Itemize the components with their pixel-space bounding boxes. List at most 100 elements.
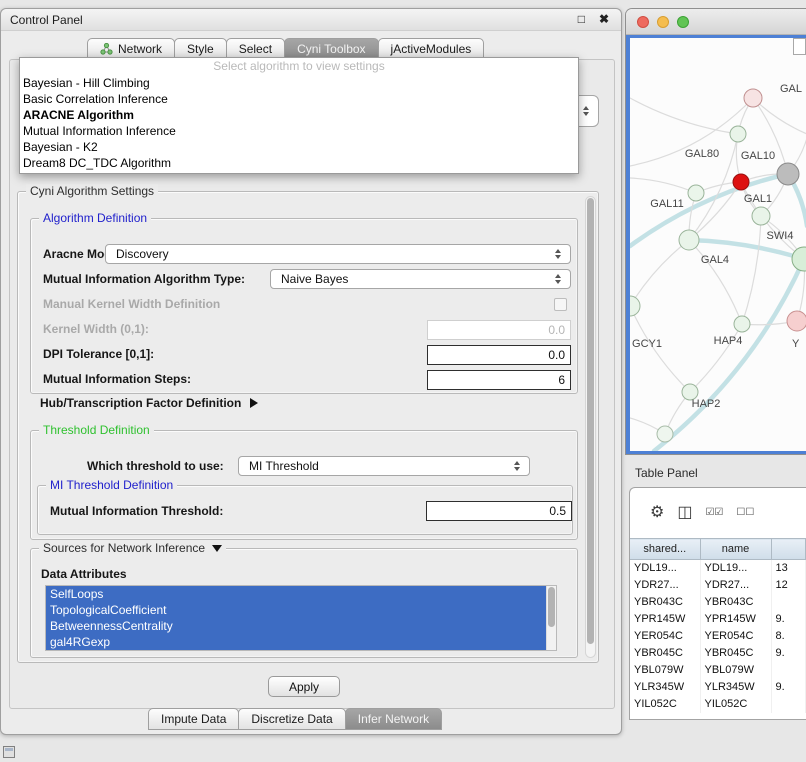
algorithm-option[interactable]: Bayesian - Hill Climbing: [20, 75, 578, 91]
network-edge[interactable]: [630, 178, 696, 193]
table-cell: YPR145W: [630, 611, 700, 628]
table-cell: YLR345W: [630, 679, 700, 696]
table-row[interactable]: YDR27...YDR27...12: [630, 577, 806, 594]
column-header[interactable]: shared...: [630, 539, 700, 560]
network-scrollbar-stub[interactable]: [793, 38, 806, 55]
table-row[interactable]: YLR345WYLR345W9.: [630, 679, 806, 696]
sources-group-title[interactable]: Sources for Network Inference: [39, 541, 226, 555]
list-scrollbar[interactable]: [546, 586, 556, 650]
table-row[interactable]: YDL19...YDL19...13: [630, 560, 806, 577]
table-cell: YDR27...: [630, 577, 700, 594]
kernel-width-field[interactable]: 0.0: [427, 320, 571, 340]
minimize-traffic-light-icon[interactable]: [657, 16, 669, 28]
aracne-mode-value: Discovery: [116, 247, 551, 261]
network-node[interactable]: [777, 163, 799, 185]
settings-group-title: Cyni Algorithm Settings: [26, 184, 158, 198]
algorithm-option[interactable]: Dream8 DC_TDC Algorithm: [20, 155, 578, 171]
network-node[interactable]: [657, 426, 673, 442]
tab-infer-network[interactable]: Infer Network: [345, 708, 442, 730]
table-row[interactable]: YBR043CYBR043C: [630, 594, 806, 611]
mi-steps-field[interactable]: 6: [427, 370, 571, 390]
tab-label: Infer Network: [358, 712, 429, 726]
table-cell: YBL079W: [700, 662, 771, 679]
table-cell: 13: [771, 560, 806, 577]
table-row[interactable]: YER054CYER054C8.: [630, 628, 806, 645]
algorithm-option[interactable]: Mutual Information Inference: [20, 123, 578, 139]
network-icon: [100, 43, 113, 55]
table-row[interactable]: YBR045CYBR045C9.: [630, 645, 806, 662]
combo-arrows-icon: [551, 274, 565, 284]
mi-threshold-label: Mutual Information Threshold:: [50, 504, 223, 518]
algorithm-option[interactable]: Bayesian - K2: [20, 139, 578, 155]
list-item[interactable]: SelfLoops: [46, 586, 546, 602]
apply-button[interactable]: Apply: [268, 676, 340, 697]
column-header[interactable]: [771, 539, 806, 560]
float-panel-button[interactable]: □: [578, 12, 585, 26]
network-node[interactable]: [688, 185, 704, 201]
network-edge[interactable]: [753, 98, 806, 134]
mi-threshold-field[interactable]: 0.5: [426, 501, 572, 521]
dpi-tolerance-field[interactable]: 0.0: [427, 345, 571, 365]
network-edge[interactable]: [742, 216, 761, 324]
list-item[interactable]: TopologicalCoefficient: [46, 602, 546, 618]
gear-icon[interactable]: ⚙: [650, 505, 664, 521]
close-traffic-light-icon[interactable]: [637, 16, 649, 28]
network-node[interactable]: [744, 89, 762, 107]
tab-impute-data[interactable]: Impute Data: [148, 708, 239, 730]
table-row[interactable]: YBL079WYBL079W: [630, 662, 806, 679]
tab-label: Impute Data: [161, 712, 226, 726]
threshold-definition-group: Threshold Definition Which threshold to …: [30, 430, 578, 540]
data-attributes-list[interactable]: SelfLoopsTopologicalCoefficientBetweenne…: [45, 585, 557, 651]
desktop: Control Panel □ ✖ NetworkStyleSelectCyni…: [0, 0, 806, 762]
network-node[interactable]: [787, 311, 806, 331]
select-all-columns-icon[interactable]: ☑☑: [705, 508, 723, 518]
network-view-window: GALGAL80GAL10GAL11GAL1SWI4GAL4GCY1HAP4YH…: [625, 8, 806, 455]
tab-label: Discretize Data: [251, 712, 332, 726]
list-item[interactable]: gal4RGexp: [46, 634, 546, 650]
kernel-width-label: Kernel Width (0,1):: [43, 322, 149, 336]
expand-arrow-icon: [250, 398, 258, 408]
tab-discretize-data[interactable]: Discretize Data: [238, 708, 345, 730]
mi-type-select[interactable]: Naive Bayes: [270, 269, 571, 289]
close-panel-button[interactable]: ✖: [599, 12, 609, 26]
table-cell: YBR045C: [700, 645, 771, 662]
network-edge[interactable]: [630, 240, 689, 306]
algorithm-option[interactable]: Basic Correlation Inference: [20, 91, 578, 107]
column-header[interactable]: name: [700, 539, 771, 560]
network-node[interactable]: [733, 174, 749, 190]
hub-definition-label: Hub/Transcription Factor Definition: [40, 396, 241, 410]
data-attributes-label: Data Attributes: [41, 567, 127, 581]
network-edge[interactable]: [689, 240, 742, 324]
scrollbar-thumb[interactable]: [548, 587, 555, 627]
deselect-all-columns-icon[interactable]: ☐☐: [736, 508, 754, 518]
network-edge[interactable]: [630, 98, 738, 134]
zoom-traffic-light-icon[interactable]: [677, 16, 689, 28]
hub-definition-toggle[interactable]: Hub/Transcription Factor Definition: [40, 396, 258, 410]
dpi-tolerance-label: DPI Tolerance [0,1]:: [43, 347, 154, 361]
network-edge[interactable]: [654, 259, 804, 451]
collapse-arrow-icon: [212, 545, 222, 552]
list-item[interactable]: BetweennessCentrality: [46, 618, 546, 634]
threshold-type-select[interactable]: MI Threshold: [238, 456, 530, 476]
network-node[interactable]: [730, 126, 746, 142]
network-node[interactable]: [679, 230, 699, 250]
node-label: GAL80: [685, 148, 719, 160]
network-node[interactable]: [630, 296, 640, 316]
node-label: HAP2: [692, 398, 721, 410]
scrollbar-thumb[interactable]: [587, 198, 594, 644]
table-cell: YPR145W: [700, 611, 771, 628]
aracne-mode-select[interactable]: Discovery: [105, 244, 571, 264]
table-row[interactable]: YIL052CYIL052C: [630, 696, 806, 713]
algorithm-option[interactable]: ARACNE Algorithm: [20, 107, 578, 123]
table-row[interactable]: YPR145WYPR145W9.: [630, 611, 806, 628]
network-canvas[interactable]: GALGAL80GAL10GAL11GAL1SWI4GAL4GCY1HAP4YH…: [630, 38, 806, 451]
columns-icon[interactable]: ◫: [677, 505, 692, 521]
network-edge[interactable]: [753, 98, 788, 174]
mi-type-label: Mutual Information Algorithm Type:: [43, 272, 245, 286]
network-node[interactable]: [734, 316, 750, 332]
network-node[interactable]: [752, 207, 770, 225]
manual-kernel-checkbox[interactable]: [554, 298, 567, 311]
settings-scrollbar[interactable]: [585, 196, 596, 658]
table-cell: YIL052C: [630, 696, 700, 713]
minimized-panel-icon[interactable]: [3, 746, 15, 758]
